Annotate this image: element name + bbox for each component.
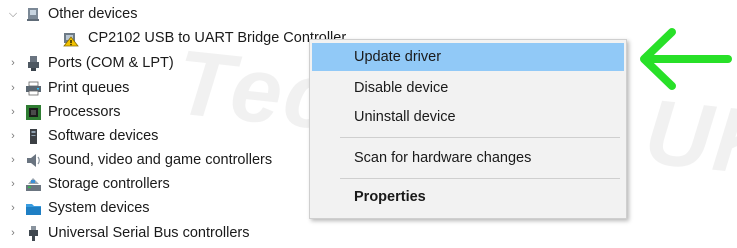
menu-separator [340, 137, 620, 138]
menu-item-disable-device[interactable]: Disable device [312, 74, 624, 102]
chevron-right-icon[interactable]: › [6, 105, 20, 119]
menu-item-uninstall-device[interactable]: Uninstall device [312, 103, 624, 131]
menu-item-label: Properties [354, 189, 426, 205]
menu-item-properties[interactable]: Properties [312, 183, 624, 211]
port-icon [25, 55, 42, 72]
system-folder-icon [25, 200, 42, 217]
tree-item-sound[interactable]: › Sound, video and game controllers [6, 148, 272, 172]
tree-item-print-queues[interactable]: › Print queues [6, 76, 129, 100]
other-devices-icon [25, 6, 42, 23]
tree-item-usb[interactable]: › Universal Serial Bus controllers [6, 221, 249, 245]
tree-item-processors[interactable]: › Processors [6, 100, 121, 124]
tree-item-label: System devices [48, 200, 150, 216]
menu-item-label: Uninstall device [354, 109, 456, 125]
tree-item-ports[interactable]: › Ports (COM & LPT) [6, 51, 174, 75]
green-arrow-left-icon [640, 28, 732, 90]
chevron-right-icon[interactable]: › [6, 177, 20, 191]
menu-item-label: Update driver [354, 49, 442, 65]
menu-item-update-driver[interactable]: Update driver [312, 43, 624, 71]
tree-item-label: Other devices [48, 6, 138, 22]
chevron-right-icon[interactable]: › [6, 56, 20, 70]
printer-icon [25, 80, 42, 97]
processor-icon [25, 104, 42, 121]
tree-item-label: Software devices [48, 128, 159, 144]
tree-item-label: Universal Serial Bus controllers [48, 225, 250, 241]
chevron-right-icon[interactable]: › [6, 226, 20, 240]
menu-item-label: Scan for hardware changes [354, 150, 532, 166]
context-menu: Update driver Disable device Uninstall d… [309, 39, 627, 219]
menu-item-scan-hardware[interactable]: Scan for hardware changes [312, 144, 624, 172]
tree-item-cp2102[interactable]: CP2102 USB to UART Bridge Controller [62, 26, 350, 50]
software-device-icon [25, 128, 42, 145]
speaker-icon [25, 152, 42, 169]
chevron-right-icon[interactable]: › [6, 81, 20, 95]
tree-item-label: Storage controllers [48, 176, 170, 192]
storage-controller-icon [25, 176, 42, 193]
chevron-down-icon[interactable]: ⌵ [6, 7, 20, 21]
warning-device-icon [62, 30, 79, 47]
tree-item-software-devices[interactable]: › Software devices [6, 124, 158, 148]
usb-icon [25, 225, 42, 242]
menu-item-label: Disable device [354, 80, 449, 96]
tree-item-other-devices[interactable]: ⌵ Other devices [6, 2, 138, 26]
tree-item-label: Ports (COM & LPT) [48, 55, 174, 71]
tree-item-label: Sound, video and game controllers [48, 152, 273, 168]
chevron-right-icon[interactable]: › [6, 153, 20, 167]
tree-item-label: Processors [48, 104, 121, 120]
chevron-right-icon[interactable]: › [6, 129, 20, 143]
tree-item-system-devices[interactable]: › System devices [6, 196, 150, 220]
menu-separator [340, 178, 620, 179]
chevron-right-icon[interactable]: › [6, 201, 20, 215]
tree-item-label: Print queues [48, 80, 130, 96]
tree-item-storage[interactable]: › Storage controllers [6, 172, 170, 196]
